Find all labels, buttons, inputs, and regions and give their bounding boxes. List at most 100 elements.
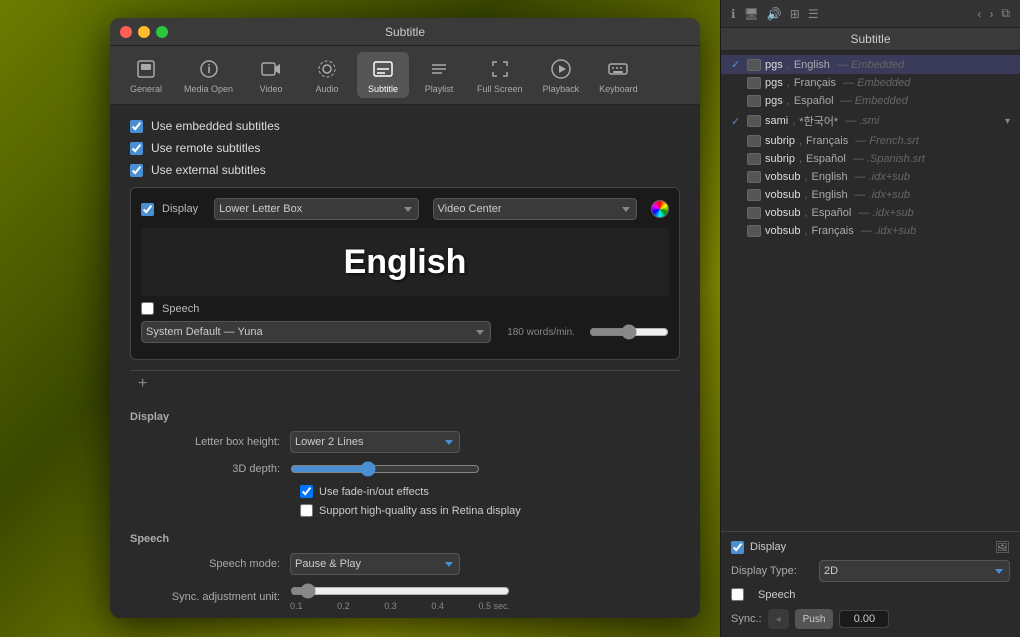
subtitle-item[interactable]: subrip , Français — French.srt — [721, 132, 1020, 150]
speech-section-header: Speech — [130, 533, 680, 545]
words-per-min: 180 words/min. — [507, 327, 575, 338]
sync-slider[interactable] — [290, 583, 510, 599]
words-slider[interactable] — [589, 324, 669, 340]
align-select[interactable]: Video Center Video Left Video Right — [433, 198, 637, 220]
retina-label: Support high-quality ass in Retina displ… — [319, 505, 521, 517]
display-preview-checkbox[interactable] — [141, 203, 154, 216]
subtitle-type-icon — [747, 59, 761, 71]
toolbar-keyboard-label: Keyboard — [599, 84, 638, 94]
fade-checkbox[interactable] — [300, 485, 313, 498]
sync-back-button[interactable]: ◂ — [768, 609, 789, 629]
remote-label: Use remote subtitles — [151, 141, 260, 155]
subtitle-item[interactable]: pgs , Français — Embedded — [721, 74, 1020, 92]
sync-adjustment-row: Sync. adjustment unit: 0.1 0.2 0.3 0.4 0… — [130, 583, 680, 611]
toolbar-general[interactable]: General — [120, 52, 172, 98]
speech-bottom-row: Speech — [731, 588, 1010, 601]
letter-box-row: Letter box height: Lower 2 Lines Lower 1… — [130, 431, 680, 453]
monitor-icon[interactable]: 🖥 — [744, 7, 759, 21]
toolbar-subtitle[interactable]: Subtitle — [357, 52, 409, 98]
embedded-checkbox[interactable] — [130, 120, 143, 133]
playlist-icon — [426, 56, 452, 82]
subtitle-item[interactable]: ✓ pgs , English — Embedded — [721, 55, 1020, 74]
info-icon[interactable]: ℹ — [731, 7, 736, 21]
subtitle-item[interactable]: vobsub , English — .idx+sub — [721, 168, 1020, 186]
toolbar-playback-label: Playback — [543, 84, 580, 94]
color-wheel[interactable] — [651, 200, 669, 218]
letter-box-select[interactable]: Lower 2 Lines Lower 1 Line Lower 3 Lines — [290, 431, 460, 453]
traffic-lights — [120, 26, 168, 38]
embedded-label: Use embedded subtitles — [151, 119, 280, 133]
maximize-button[interactable] — [156, 26, 168, 38]
toolbar-playlist[interactable]: Playlist — [413, 52, 465, 98]
list-icon[interactable]: ☰ — [808, 7, 819, 21]
embedded-checkbox-row: Use embedded subtitles — [130, 119, 680, 133]
sync-push-button[interactable]: Push — [795, 609, 834, 629]
fade-label: Use fade-in/out effects — [319, 486, 429, 498]
speech-checkbox[interactable] — [141, 302, 154, 315]
toolbar-general-label: General — [130, 84, 162, 94]
content-area: Use embedded subtitles Use remote subtit… — [110, 105, 700, 618]
toolbar-media-open[interactable]: i Media Open — [176, 52, 241, 98]
english-text: English — [344, 243, 467, 282]
forward-icon[interactable]: › — [989, 7, 993, 21]
toolbar-playback[interactable]: Playback — [535, 52, 588, 98]
position-select[interactable]: Lower Letter Box Upper Letter Box Video … — [214, 198, 418, 220]
subtitle-type-icon — [747, 77, 761, 89]
external-checkbox-row: Use external subtitles — [130, 163, 680, 177]
sync-value-input[interactable] — [839, 610, 889, 628]
speech-mode-select[interactable]: Pause & Play Read All Disabled — [290, 553, 460, 575]
remote-checkbox[interactable] — [130, 142, 143, 155]
subtitle-check: ✓ — [731, 115, 743, 128]
toolbar-fullscreen-label: Full Screen — [477, 84, 523, 94]
subtitle-icon — [370, 56, 396, 82]
subtitle-item[interactable]: vobsub , English — .idx+sub — [721, 186, 1020, 204]
letter-box-label: Letter box height: — [130, 436, 290, 448]
close-button[interactable] — [120, 26, 132, 38]
subtitle-item[interactable]: vobsub , Français — .idx+sub — [721, 222, 1020, 240]
grid-icon[interactable]: ⊞ — [790, 7, 800, 21]
external-checkbox[interactable] — [130, 164, 143, 177]
display-bottom-checkbox[interactable] — [731, 541, 744, 554]
back-icon[interactable]: ‹ — [977, 7, 981, 21]
panel-title: Subtitle — [721, 28, 1020, 51]
window-controls-icon[interactable]: ⧉ — [1001, 6, 1010, 21]
retina-checkbox[interactable] — [300, 504, 313, 517]
display-type-row: Display Type: 2D 3D Left/Right 3D Top/Bo… — [731, 560, 1010, 582]
general-icon — [133, 56, 159, 82]
minimize-button[interactable] — [138, 26, 150, 38]
toolbar-audio[interactable]: Audio — [301, 52, 353, 98]
toolbar-fullscreen[interactable]: Full Screen — [469, 52, 531, 98]
main-window: Subtitle General i Media Open Video Audi — [110, 18, 700, 618]
volume-icon[interactable]: 🔊 — [767, 7, 782, 21]
chevron-down-icon[interactable]: ▾ — [1005, 116, 1010, 127]
fullscreen-icon — [487, 56, 513, 82]
display-bottom-row: Display 🖼 — [731, 540, 1010, 554]
display-preview-label: Display — [162, 203, 198, 215]
subtitle-list: ✓ pgs , English — Embedded pgs , Françai… — [721, 51, 1020, 531]
toolbar-video-label: Video — [260, 84, 283, 94]
add-subtitle-button[interactable]: + — [130, 370, 680, 397]
subtitle-item[interactable]: pgs , Español — Embedded — [721, 92, 1020, 110]
subtitle-check: ✓ — [731, 58, 743, 71]
subtitle-preview-box: Display Lower Letter Box Upper Letter Bo… — [130, 187, 680, 360]
depth-slider[interactable] — [290, 461, 480, 477]
subtitle-type-icon — [747, 135, 761, 147]
subtitle-item[interactable]: vobsub , Español — .idx+sub — [721, 204, 1020, 222]
image-icon[interactable]: 🖼 — [995, 540, 1010, 554]
subtitle-item[interactable]: ✓ sami , *한국어* — .smi ▾ — [721, 110, 1020, 132]
subtitle-type-icon — [747, 115, 761, 127]
external-label: Use external subtitles — [151, 163, 266, 177]
fade-option: Use fade-in/out effects — [300, 485, 680, 498]
toolbar-video[interactable]: Video — [245, 52, 297, 98]
top-bar: ℹ 🖥 🔊 ⊞ ☰ ‹ › ⧉ — [721, 0, 1020, 28]
display-type-select[interactable]: 2D 3D Left/Right 3D Top/Bottom — [819, 560, 1010, 582]
window-title: Subtitle — [385, 25, 425, 39]
speech-bottom-checkbox[interactable] — [731, 588, 744, 601]
english-display: English — [141, 228, 669, 296]
sync-label: Sync.: — [731, 613, 762, 625]
speech-voice-select[interactable]: System Default — Yuna — [141, 321, 491, 343]
subtitle-item[interactable]: subrip , Español — .Spanish.srt — [721, 150, 1020, 168]
toolbar-audio-label: Audio — [316, 84, 339, 94]
top-bar-right-icons: ‹ › ⧉ — [977, 6, 1010, 21]
toolbar-keyboard[interactable]: Keyboard — [591, 52, 646, 98]
